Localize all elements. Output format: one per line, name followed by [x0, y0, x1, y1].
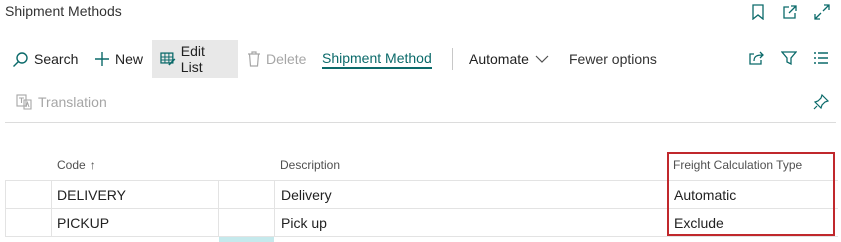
- cell-code[interactable]: DELIVERY: [57, 181, 126, 208]
- delete-button[interactable]: Delete: [247, 40, 306, 78]
- open-new-window-icon[interactable]: [781, 3, 799, 21]
- freight-header-label: Freight Calculation Type: [673, 158, 803, 172]
- chevron-down-icon: [535, 55, 549, 63]
- edit-list-button[interactable]: Edit List: [152, 40, 238, 78]
- sub-action-bar: Translation: [0, 86, 841, 120]
- page-title: Shipment Methods: [5, 3, 122, 19]
- plus-icon: [95, 52, 109, 66]
- right-actions: [748, 50, 829, 66]
- delete-label: Delete: [266, 51, 307, 67]
- new-button[interactable]: New: [94, 40, 143, 78]
- automate-menu[interactable]: Automate: [469, 40, 554, 78]
- pin-icon[interactable]: [813, 93, 830, 115]
- column-divider: [667, 180, 668, 237]
- search-icon: [13, 51, 28, 67]
- search-button[interactable]: Search: [12, 40, 78, 78]
- edit-list-icon: [160, 52, 176, 66]
- translation-icon: [16, 94, 32, 110]
- column-header-description[interactable]: Description: [280, 150, 340, 180]
- toolbar-divider: [5, 122, 836, 123]
- column-header-freight-calculation-type[interactable]: Freight Calculation Type: [673, 150, 802, 180]
- automate-label: Automate: [469, 51, 529, 67]
- filter-icon[interactable]: [781, 50, 797, 66]
- cell-description[interactable]: Pick up: [281, 209, 327, 236]
- translation-button[interactable]: Translation: [16, 94, 107, 110]
- column-header-code[interactable]: Code ↑: [57, 150, 96, 180]
- fewer-options-label: Fewer options: [569, 51, 657, 67]
- share-icon[interactable]: [748, 50, 765, 66]
- fewer-options-button[interactable]: Fewer options: [569, 40, 657, 78]
- action-divider: [452, 48, 453, 70]
- search-label: Search: [34, 51, 79, 67]
- row-line: [5, 236, 838, 237]
- list-view-icon[interactable]: [813, 50, 829, 66]
- trash-icon: [248, 51, 260, 67]
- column-divider: [218, 180, 219, 237]
- code-header-label: Code: [57, 158, 86, 172]
- edit-list-label: Edit List: [180, 43, 205, 75]
- tab-shipment-method[interactable]: Shipment Method: [322, 40, 432, 78]
- cell-description[interactable]: Delivery: [281, 181, 332, 208]
- new-label: New: [115, 51, 144, 67]
- translation-label: Translation: [38, 94, 107, 110]
- title-bar: Shipment Methods: [0, 0, 841, 26]
- cell-freight-calculation-type[interactable]: Automatic: [674, 181, 736, 208]
- column-divider: [51, 180, 52, 237]
- cell-code[interactable]: PICKUP: [57, 209, 109, 236]
- column-divider: [274, 180, 275, 237]
- expand-icon[interactable]: [813, 3, 831, 21]
- sort-ascending-icon: ↑: [89, 158, 96, 172]
- grid-border-left: [5, 180, 6, 237]
- selection-accent: [219, 237, 274, 242]
- bookmark-icon[interactable]: [749, 3, 767, 21]
- cell-freight-calculation-type[interactable]: Exclude: [674, 209, 724, 236]
- description-header-label: Description: [280, 158, 341, 172]
- shipment-method-label: Shipment Method: [322, 50, 432, 69]
- action-bar: Search New Edit List Delete Shipment Met…: [0, 40, 841, 78]
- title-icons: [749, 3, 831, 21]
